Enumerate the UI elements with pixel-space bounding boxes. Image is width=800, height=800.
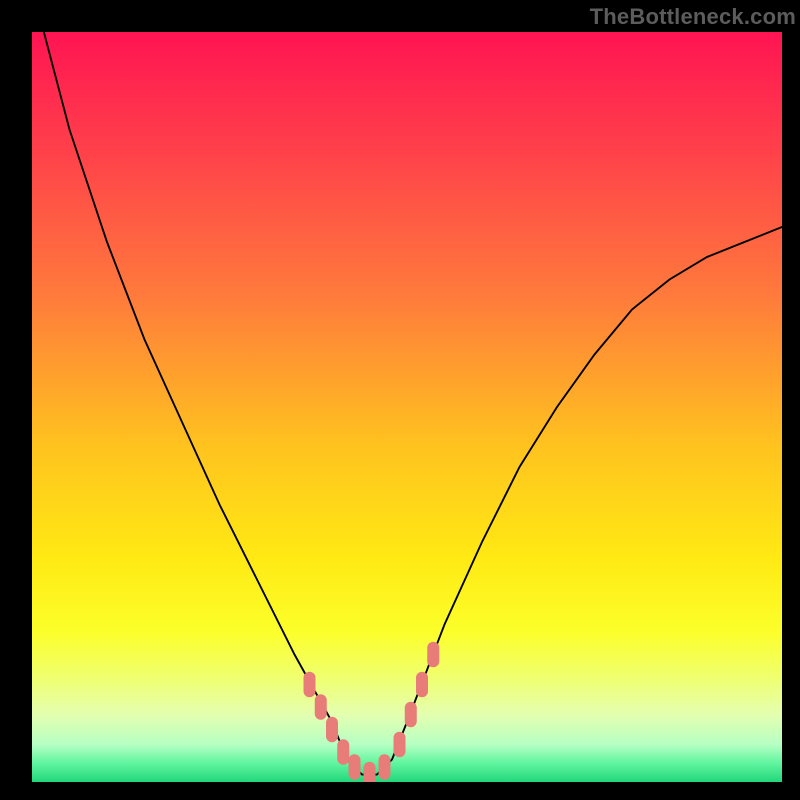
chart-frame: TheBottleneck.com — [0, 0, 800, 800]
highlight-dot — [364, 762, 376, 782]
highlight-dot — [315, 694, 327, 720]
plot-area — [32, 32, 782, 782]
highlight-dot — [379, 754, 391, 780]
highlight-dot — [394, 732, 406, 758]
highlight-dot — [304, 672, 316, 698]
highlight-dot — [427, 642, 439, 668]
highlight-dot — [416, 672, 428, 698]
highlight-dot — [349, 754, 361, 780]
chart-svg — [32, 32, 782, 782]
watermark-text: TheBottleneck.com — [590, 4, 796, 30]
gradient-background — [32, 32, 782, 782]
highlight-dot — [405, 702, 417, 728]
highlight-dot — [326, 717, 338, 743]
highlight-dot — [337, 739, 349, 765]
